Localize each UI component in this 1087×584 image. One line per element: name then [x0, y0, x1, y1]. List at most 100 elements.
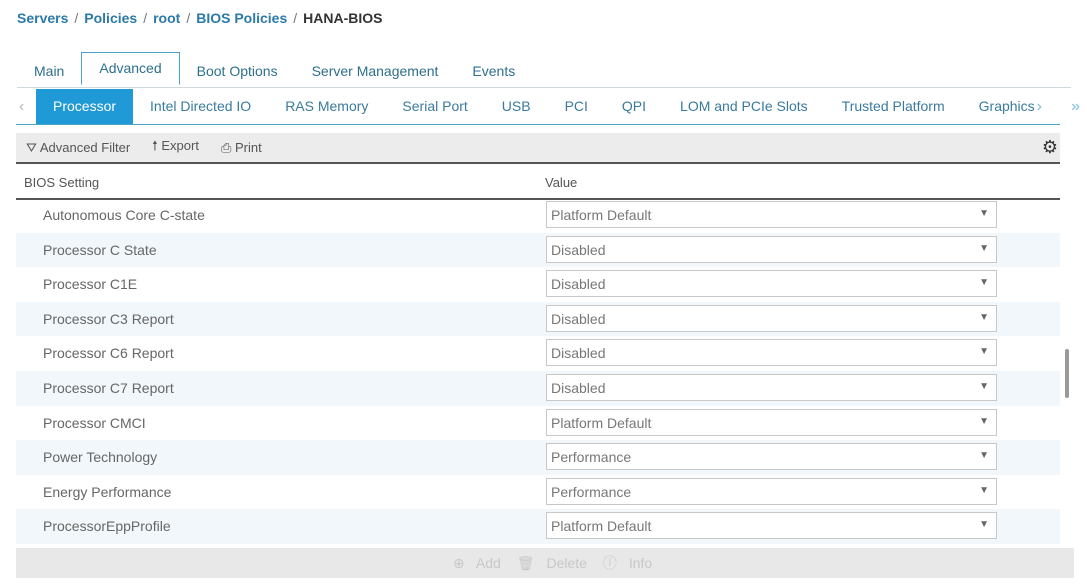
- subtab-qpi[interactable]: QPI: [605, 89, 663, 124]
- advanced-filter-label: Advanced Filter: [39, 139, 131, 155]
- setting-name: Processor C State: [43, 241, 157, 258]
- subtab-lom-pcie[interactable]: LOM and PCIe Slots: [663, 89, 825, 124]
- dropdown-arrow-icon: ▼: [979, 380, 989, 392]
- table-row: Processor C6 Report Disabled ▼: [16, 336, 1060, 371]
- tab-advanced[interactable]: Advanced: [81, 52, 180, 85]
- table-row: Processor C7 Report Disabled ▼: [16, 370, 1060, 406]
- main-tabs: Main Advanced Boot Options Server Manage…: [17, 52, 1071, 88]
- add-button: ⊕ Add: [453, 555, 509, 572]
- scrollbar[interactable]: [1065, 349, 1069, 398]
- gear-icon[interactable]: ⚙: [1042, 137, 1058, 158]
- delete-label: Delete: [546, 554, 587, 571]
- subtab-trusted-platform[interactable]: Trusted Platform: [825, 89, 962, 124]
- filter-icon: ⛛: [26, 139, 37, 155]
- dropdown-arrow-icon: ▼: [979, 242, 989, 254]
- trash-icon: 🗑: [516, 554, 535, 571]
- print-label: Print: [234, 139, 262, 155]
- value-select[interactable]: Disabled ▼: [546, 304, 997, 332]
- dropdown-arrow-icon: ▼: [979, 519, 989, 531]
- subtab-intel-directed-io[interactable]: Intel Directed IO: [133, 89, 268, 124]
- print-icon: ⎙: [220, 139, 232, 155]
- selected-value: Disabled: [551, 345, 606, 362]
- footer-actions: ⊕ Add 🗑 Delete ⓘ Info: [16, 548, 1074, 578]
- info-icon: ⓘ: [602, 555, 617, 571]
- value-select[interactable]: Disabled ▼: [546, 373, 997, 401]
- setting-name: Processor C7 Report: [43, 379, 174, 396]
- value-select[interactable]: Platform Default ▼: [546, 408, 997, 436]
- dropdown-arrow-icon: ▼: [979, 277, 989, 289]
- selected-value: Platform Default: [551, 518, 652, 535]
- subtab-pci[interactable]: PCI: [548, 89, 605, 124]
- value-select[interactable]: Performance ▼: [546, 443, 997, 471]
- setting-name: Power Technology: [43, 449, 158, 466]
- setting-name: Processor C3 Report: [43, 310, 174, 327]
- table-row: Processor C3 Report Disabled ▼: [16, 301, 1060, 337]
- info-button: ⓘ Info: [603, 553, 660, 573]
- table-row: Energy Performance Performance ▼: [16, 475, 1060, 510]
- export-label: Export: [161, 137, 199, 153]
- dropdown-arrow-icon: ▼: [979, 346, 989, 358]
- dropdown-arrow-icon: ▼: [979, 415, 989, 427]
- setting-name: Processor C6 Report: [43, 345, 174, 362]
- setting-name: Energy Performance: [43, 483, 172, 500]
- dropdown-arrow-icon: ▼: [979, 484, 989, 496]
- tab-events[interactable]: Events: [455, 56, 532, 87]
- value-select[interactable]: Disabled ▼: [546, 339, 997, 367]
- crumb-servers[interactable]: Servers: [17, 10, 68, 26]
- value-select[interactable]: Platform Default ▼: [546, 512, 997, 540]
- dropdown-arrow-icon: ▼: [979, 450, 989, 462]
- double-chevron-right-icon[interactable]: »: [1071, 89, 1080, 124]
- tab-main[interactable]: Main: [17, 56, 81, 87]
- crumb-bios-policies[interactable]: BIOS Policies: [196, 10, 287, 26]
- table-row: Power Technology Performance ▼: [16, 440, 1060, 475]
- crumb-policies[interactable]: Policies: [84, 10, 137, 26]
- value-select[interactable]: Platform Default ▼: [546, 201, 997, 228]
- setting-name: Autonomous Core C-state: [43, 207, 205, 223]
- advanced-filter-button[interactable]: ⛛ Advanced Filter: [26, 140, 130, 156]
- selected-value: Disabled: [551, 379, 606, 396]
- subtab-usb[interactable]: USB: [485, 89, 548, 124]
- tab-server-management[interactable]: Server Management: [295, 56, 456, 87]
- chevron-left-icon[interactable]: ‹: [19, 98, 24, 116]
- setting-name: Processor C1E: [43, 276, 138, 293]
- table-header: BIOS Setting Value: [16, 166, 1060, 200]
- table-body: Autonomous Core C-state Platform Default…: [16, 198, 1060, 544]
- subtab-graphics[interactable]: Graphics: [962, 89, 1037, 124]
- setting-name: Processor CMCI: [43, 414, 146, 431]
- toolbar: ⛛ Advanced Filter 🠕 Export ⎙ Print ⚙: [16, 133, 1060, 164]
- subtab-serial-port[interactable]: Serial Port: [385, 89, 484, 124]
- col-bios-setting[interactable]: BIOS Setting: [24, 175, 99, 190]
- subtab-processor[interactable]: Processor: [36, 89, 134, 124]
- delete-button: 🗑 Delete: [517, 555, 595, 572]
- table-row: ProcessorEppProfile Platform Default ▼: [16, 509, 1060, 544]
- selected-value: Platform Default: [551, 207, 652, 223]
- subtab-ras-memory[interactable]: RAS Memory: [268, 89, 385, 124]
- info-label: Info: [628, 555, 653, 571]
- value-select[interactable]: Disabled ▼: [546, 270, 997, 298]
- add-label: Add: [475, 554, 501, 571]
- setting-name: ProcessorEppProfile: [43, 518, 171, 535]
- sub-tabs: ‹ Processor Intel Directed IO RAS Memory…: [16, 89, 1080, 125]
- table-row: Processor C1E Disabled ▼: [16, 267, 1060, 302]
- table-row: Processor CMCI Platform Default ▼: [16, 406, 1060, 441]
- selected-value: Performance: [551, 449, 632, 466]
- dropdown-arrow-icon: ▼: [979, 311, 989, 323]
- crumb-root[interactable]: root: [153, 10, 180, 26]
- value-select[interactable]: Performance ▼: [546, 477, 997, 505]
- crumb-current: HANA-BIOS: [303, 10, 383, 26]
- selected-value: Disabled: [551, 310, 606, 327]
- tab-boot-options[interactable]: Boot Options: [180, 56, 295, 87]
- col-value[interactable]: Value: [545, 175, 577, 190]
- table-row: Autonomous Core C-state Platform Default…: [16, 198, 1060, 233]
- dropdown-arrow-icon: ▼: [979, 208, 989, 219]
- table-row: Processor C State Disabled ▼: [16, 232, 1060, 268]
- selected-value: Disabled: [551, 276, 606, 293]
- print-button[interactable]: ⎙ Print: [221, 140, 262, 156]
- breadcrumb: Servers / Policies / root / BIOS Policies / HANA…: [17, 10, 383, 26]
- export-button[interactable]: 🠕 Export: [152, 137, 199, 159]
- selected-value: Platform Default: [551, 414, 652, 431]
- export-icon: 🠕: [152, 137, 158, 153]
- chevron-right-icon[interactable]: ›: [1037, 98, 1042, 116]
- selected-value: Performance: [551, 483, 632, 500]
- value-select[interactable]: Disabled ▼: [546, 235, 997, 263]
